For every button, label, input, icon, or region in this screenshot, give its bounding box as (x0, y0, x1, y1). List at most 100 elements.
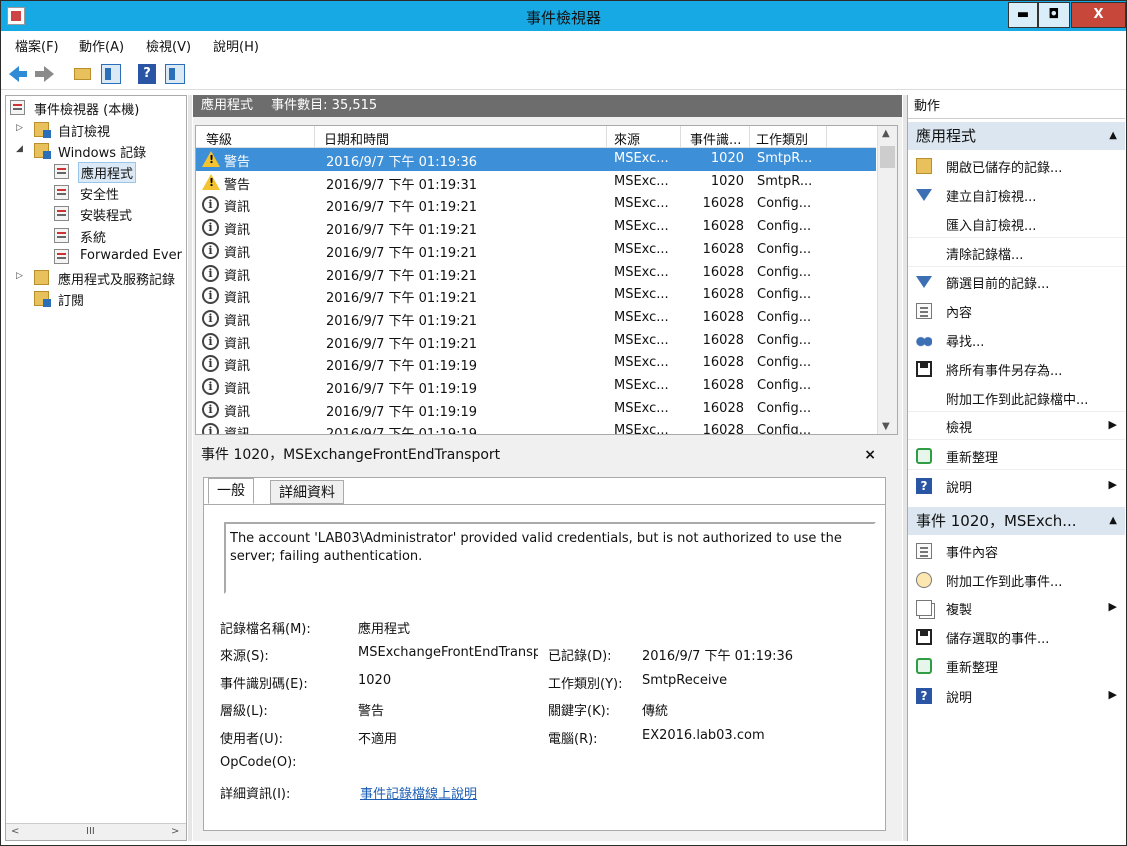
forward-button[interactable] (35, 64, 55, 84)
action-import-custom-view[interactable]: 匯入自訂檢視... (908, 209, 1125, 238)
scroll-down-icon[interactable]: ▼ (882, 421, 890, 432)
table-row[interactable]: i 資訊 2016/9/7 下午 01:19:19 MSExc... 16028 Conf… (196, 375, 876, 398)
left-splitter[interactable] (188, 95, 192, 841)
action-save-all-events-as[interactable]: 將所有事件另存為... (908, 354, 1125, 383)
help-icon: ? (138, 64, 156, 84)
column-separator[interactable] (680, 126, 681, 148)
column-level[interactable]: 等級 (206, 129, 232, 148)
table-row[interactable]: i 資訊 2016/9/7 下午 01:19:21 MSExc... 16028 Conf… (196, 193, 876, 216)
menu-file[interactable]: 檔案(F) (15, 36, 59, 55)
action-attach-task-to-log[interactable]: 附加工作到此記錄檔中... (908, 383, 1125, 412)
maximize-button[interactable]: ◘ (1038, 2, 1070, 28)
table-row[interactable]: i 資訊 2016/9/7 下午 01:19:21 MSExc... 16028 Conf… (196, 262, 876, 285)
table-row[interactable]: i 資訊 2016/9/7 下午 01:19:21 MSExc... 16028 Conf… (196, 284, 876, 307)
action-clear-log[interactable]: 清除記錄檔... (908, 238, 1125, 267)
table-row[interactable]: i 資訊 2016/9/7 下午 01:19:21 MSExc... 16028 Conf… (196, 239, 876, 262)
action-find[interactable]: 尋找... (908, 325, 1125, 354)
column-event-id[interactable]: 事件識... (690, 129, 741, 148)
cell-event-id: 16028 (702, 332, 744, 348)
table-row[interactable]: i 資訊 2016/9/7 下午 01:19:19 MSExc... 16028 Conf… (196, 420, 876, 434)
cell-level: 資訊 (224, 223, 251, 239)
table-row[interactable]: i 資訊 2016/9/7 下午 01:19:19 MSExc... 16028 Conf… (196, 352, 876, 375)
cell-level: 警告 (224, 177, 251, 193)
action-event-properties[interactable]: 事件內容 (908, 536, 1125, 565)
column-date[interactable]: 日期和時間 (324, 129, 389, 148)
grid-vertical-scrollbar[interactable]: ▲ ▼ (877, 126, 897, 434)
tree-root[interactable]: 事件檢視器 (本機) (10, 98, 186, 118)
action-copy[interactable]: 複製 ▶ (908, 593, 1125, 622)
help-button[interactable]: ? (138, 64, 158, 84)
tree-windows-logs[interactable]: ◢ Windows 記錄 (16, 141, 186, 161)
table-row[interactable]: 警告 2016/9/7 下午 01:19:36 MSExc... 1020 SmtpR.… (196, 148, 876, 171)
scroll-grip-icon[interactable]: III (86, 826, 95, 837)
tab-general[interactable]: 一般 (208, 478, 254, 504)
tree-log-label: 應用程式 (78, 162, 137, 183)
tree-log-forwarded[interactable]: Forwarded Ever (54, 247, 186, 267)
actions-section-log[interactable]: 應用程式 ▲ (908, 122, 1125, 150)
expand-arrow-icon[interactable]: ▷ (16, 271, 23, 281)
scroll-thumb[interactable] (880, 146, 895, 168)
detail-close-icon[interactable]: × (864, 443, 876, 467)
tree-subscriptions[interactable]: 訂閱 (34, 289, 186, 309)
minimize-button[interactable]: ▬ (1008, 2, 1038, 28)
collapse-icon[interactable]: ▲ (1109, 122, 1117, 150)
cell-source: MSExc... (614, 355, 669, 371)
action-view[interactable]: 檢視 ▶ (908, 411, 1125, 440)
forward-arrow-icon (35, 66, 54, 82)
column-task[interactable]: 工作類別 (756, 129, 808, 148)
online-help-link[interactable]: 事件記錄檔線上說明 (360, 783, 477, 802)
scroll-right-icon[interactable]: > (171, 826, 179, 837)
menu-action[interactable]: 動作(A) (79, 36, 124, 55)
action-open-saved-log[interactable]: 開啟已儲存的記錄... (908, 151, 1125, 180)
close-button[interactable]: X (1071, 2, 1126, 28)
table-row[interactable]: i 資訊 2016/9/7 下午 01:19:21 MSExc... 16028 Conf… (196, 307, 876, 330)
tree-log-application[interactable]: 應用程式 (54, 162, 186, 183)
action-refresh[interactable]: 重新整理 (908, 441, 1125, 470)
tree-log-setup[interactable]: 安裝程式 (54, 204, 186, 224)
tree-root-label: 事件檢視器 (本機) (34, 103, 140, 118)
actions-section-event[interactable]: 事件 1020，MSExch... ▲ (908, 507, 1125, 535)
task-value: SmtpReceive (642, 673, 728, 688)
action-filter-current-log[interactable]: 篩選目前的記錄... (908, 267, 1125, 296)
tree-log-system[interactable]: 系統 (54, 226, 186, 246)
tree-app-service-logs[interactable]: ▷ 應用程式及服務記錄 (16, 268, 186, 288)
event-message[interactable]: The account 'LAB03\Administrator' provid… (224, 522, 876, 594)
collapse-arrow-icon[interactable]: ◢ (16, 144, 23, 154)
show-action-pane-button[interactable] (165, 64, 185, 84)
action-event-refresh[interactable]: 重新整理 (908, 651, 1125, 680)
action-save-selected-events[interactable]: 儲存選取的事件... (908, 622, 1125, 651)
table-row[interactable]: i 資訊 2016/9/7 下午 01:19:21 MSExc... 16028 Conf… (196, 216, 876, 239)
menu-view[interactable]: 檢視(V) (146, 36, 191, 55)
tab-details[interactable]: 詳細資料 (270, 480, 344, 504)
expand-arrow-icon[interactable]: ▷ (16, 123, 23, 133)
up-folder-button[interactable] (73, 64, 93, 84)
action-event-help[interactable]: ? 說明 ▶ (908, 681, 1125, 710)
back-button[interactable] (9, 64, 29, 84)
table-row[interactable]: 警告 2016/9/7 下午 01:19:31 MSExc... 1020 SmtpR.… (196, 171, 876, 194)
tree-horizontal-scrollbar[interactable]: < III > (6, 823, 186, 840)
task-clock-icon (916, 572, 932, 588)
column-separator[interactable] (749, 126, 750, 148)
action-help[interactable]: ? 說明 ▶ (908, 471, 1125, 500)
column-separator[interactable] (314, 126, 315, 148)
toolbar: ? (1, 58, 1126, 90)
table-row[interactable]: i 資訊 2016/9/7 下午 01:19:21 MSExc... 16028 Conf… (196, 330, 876, 353)
collapse-icon[interactable]: ▲ (1109, 507, 1117, 535)
cell-level: 資訊 (224, 313, 251, 329)
table-row[interactable]: i 資訊 2016/9/7 下午 01:19:19 MSExc... 16028 Conf… (196, 398, 876, 421)
column-separator[interactable] (826, 126, 827, 148)
tree-log-security[interactable]: 安全性 (54, 183, 186, 203)
scroll-up-icon[interactable]: ▲ (882, 128, 890, 139)
column-source[interactable]: 來源 (614, 129, 640, 148)
action-create-custom-view[interactable]: 建立自訂檢視... (908, 180, 1125, 209)
scroll-left-icon[interactable]: < (11, 826, 19, 837)
tree-custom-views[interactable]: ▷ 自訂檢視 (16, 120, 186, 140)
column-separator[interactable] (606, 126, 607, 148)
cell-event-id: 16028 (702, 264, 744, 280)
action-attach-task-to-event[interactable]: 附加工作到此事件... (908, 565, 1125, 594)
log-name: 應用程式 (201, 98, 254, 113)
show-hide-tree-button[interactable] (101, 64, 121, 84)
menu-help[interactable]: 說明(H) (213, 36, 259, 55)
cell-task: SmtpR... (757, 173, 813, 189)
action-properties[interactable]: 內容 (908, 296, 1125, 325)
